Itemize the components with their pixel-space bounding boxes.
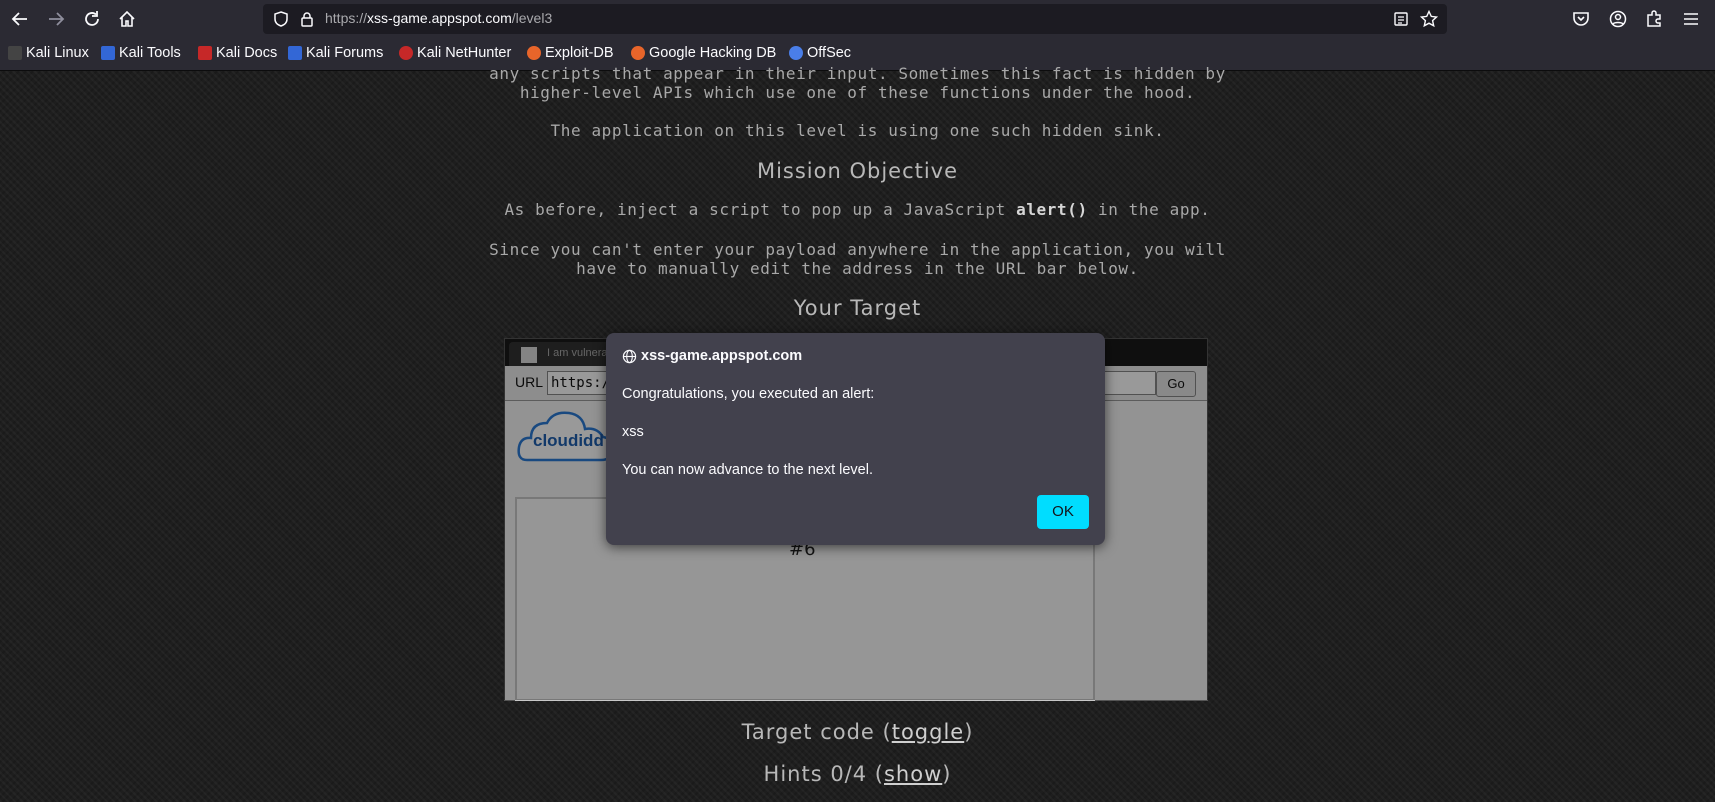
exploit-db-icon (527, 46, 541, 60)
bookmark-kali-docs[interactable]: Kali Docs (198, 45, 277, 61)
reload-button[interactable] (80, 7, 104, 31)
menu-button[interactable] (1679, 7, 1703, 31)
globe-icon (622, 349, 637, 363)
url-scheme: https:// (325, 10, 368, 26)
bookmark-label: Kali NetHunter (417, 45, 512, 61)
extensions-button[interactable] (1642, 7, 1666, 31)
url-path: /level3 (511, 10, 553, 26)
alert-dialog: xss-game.appspot.com Congratulations, yo… (606, 333, 1105, 545)
bookmark-offsec[interactable]: OffSec (789, 45, 851, 61)
home-icon (119, 10, 135, 27)
browser-toolbar: https://xss-game.appspot.com/level3 (0, 0, 1715, 38)
target-code-heading: Target code (toggle) (0, 720, 1715, 744)
hints-post: ) (942, 762, 952, 786)
target-code-post: ) (964, 720, 974, 744)
bookmark-label: Exploit-DB (545, 45, 614, 61)
bookmark-label: Google Hacking DB (649, 45, 777, 61)
dialog-message: Congratulations, you executed an alert: (622, 386, 875, 402)
kali-docs-icon (198, 46, 212, 60)
target-code-pre: Target code ( (741, 720, 892, 744)
payload-line-1: Since you can't enter your payload anywh… (489, 240, 1226, 259)
pocket-button[interactable] (1569, 7, 1593, 31)
dialog-title: xss-game.appspot.com (622, 348, 802, 364)
ok-button[interactable]: OK (1037, 495, 1089, 529)
bookmark-label: OffSec (807, 45, 852, 61)
bookmark-star-icon[interactable] (1420, 10, 1438, 28)
reader-view-icon[interactable] (1394, 12, 1408, 26)
reload-icon (85, 11, 99, 26)
account-icon (1609, 10, 1627, 28)
intro-line-2: higher-level APIs which use one of these… (519, 83, 1196, 102)
show-hints-link[interactable]: show (884, 762, 942, 786)
target-heading: Your Target (793, 296, 922, 320)
advance-message: You can now advance to the next level. (622, 462, 873, 478)
kali-forums-icon (288, 46, 302, 60)
home-button[interactable] (115, 7, 139, 31)
back-button[interactable] (8, 7, 32, 31)
mission-text: As before, inject a script to pop up a J… (0, 200, 1715, 219)
mission-text-pre: As before, inject a script to pop up a J… (504, 200, 1017, 219)
mission-text-post: in the app. (1087, 200, 1211, 219)
address-bar[interactable]: https://xss-game.appspot.com/level3 (263, 4, 1447, 34)
bookmark-label: Kali Linux (26, 45, 89, 61)
bookmark-kali-linux[interactable]: Kali Linux (8, 45, 89, 61)
url-text[interactable]: https://xss-game.appspot.com/level3 (325, 10, 552, 26)
account-button[interactable] (1606, 7, 1630, 31)
hints-heading: Hints 0/4 (show) (0, 762, 1715, 786)
dialog-origin: xss-game.appspot.com (641, 348, 803, 364)
tracking-shield-icon[interactable] (273, 11, 289, 27)
kali-dragon-icon (8, 46, 22, 60)
ghdb-icon (631, 46, 645, 60)
payload-line-2: have to manually edit the address in the… (576, 259, 1139, 278)
mission-heading: Mission Objective (756, 159, 959, 183)
alert-value: xss (622, 424, 644, 440)
offsec-icon (789, 46, 803, 60)
alert-code: alert() (1016, 200, 1088, 219)
toggle-link[interactable]: toggle (892, 720, 965, 744)
hamburger-menu-icon (1684, 13, 1698, 25)
forward-button[interactable] (44, 7, 68, 31)
bookmark-label: Kali Docs (216, 45, 278, 61)
intro-line-1: any scripts that appear in their input. … (489, 64, 1226, 83)
back-arrow-icon (11, 12, 27, 26)
bookmark-kali-tools[interactable]: Kali Tools (101, 45, 181, 61)
kali-nethunter-icon (399, 46, 413, 60)
puzzle-icon (1647, 10, 1661, 27)
url-host: xss-game.appspot.com (367, 10, 512, 26)
intro-line-3: The application on this level is using o… (550, 121, 1165, 140)
bookmark-kali-forums[interactable]: Kali Forums (288, 45, 383, 61)
bookmark-label: Kali Forums (306, 45, 384, 61)
bookmark-exploit-db[interactable]: Exploit-DB (527, 45, 614, 61)
bookmark-kali-nethunter[interactable]: Kali NetHunter (399, 45, 511, 61)
bookmark-google-hacking-db[interactable]: Google Hacking DB (631, 45, 776, 61)
kali-tools-icon (101, 46, 115, 60)
lock-icon[interactable] (300, 11, 314, 27)
pocket-icon (1573, 12, 1589, 26)
forward-arrow-icon (49, 12, 65, 26)
bookmark-label: Kali Tools (119, 45, 181, 61)
hints-pre: Hints 0/4 ( (763, 762, 884, 786)
